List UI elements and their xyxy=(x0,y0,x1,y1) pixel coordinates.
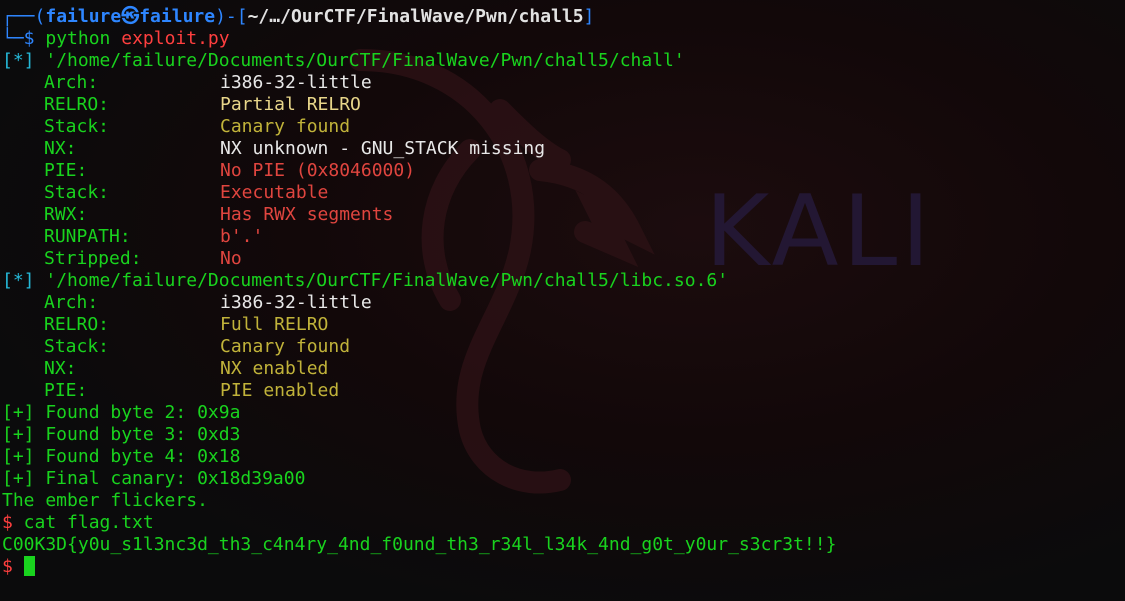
checksec-value: Canary found xyxy=(220,336,351,357)
checksec-key: RUNPATH: xyxy=(44,226,131,247)
prompt-frame-end: ] xyxy=(583,6,595,27)
cat-command: cat flag.txt xyxy=(12,512,154,533)
checksec-row: Arch: i386-32-little xyxy=(2,72,1125,94)
checksec-value: Executable xyxy=(220,182,329,203)
command-line: └─$ python exploit.py xyxy=(2,28,1125,50)
checksec-row: Stripped: No xyxy=(2,248,1125,270)
checksec-key: Stack: xyxy=(44,116,110,137)
cat-command-line: $ cat flag.txt xyxy=(2,512,1125,534)
checksec-row: Stack: Executable xyxy=(2,182,1125,204)
checksec-key: RELRO: xyxy=(44,314,110,335)
prompt-header-line: ┌──(failure㉿failure)-[~/…/OurCTF/FinalWa… xyxy=(2,6,1125,28)
checksec-row: RWX: Has RWX segments xyxy=(2,204,1125,226)
checksec-key: Arch: xyxy=(44,72,99,93)
checksec-key: PIE: xyxy=(44,160,88,181)
output-line: [+] Final canary: 0x18d39a00 xyxy=(2,468,306,489)
checksec-row: RELRO: Partial RELRO xyxy=(2,94,1125,116)
checksec-row: PIE: PIE enabled xyxy=(2,380,1125,402)
checksec-row: RELRO: Full RELRO xyxy=(2,314,1125,336)
checksec-value: Has RWX segments xyxy=(220,204,394,225)
checksec-value: Partial RELRO xyxy=(220,94,361,115)
checksec-key: NX: xyxy=(44,358,77,379)
checksec-value: Canary found xyxy=(220,116,351,137)
checksec-value: b'.' xyxy=(220,226,264,247)
checksec-value: NX enabled xyxy=(220,358,329,379)
checksec-value: PIE enabled xyxy=(220,380,340,401)
output-line: [+] Found byte 2: 0x9a xyxy=(2,402,241,423)
checksec-key: Stripped: xyxy=(44,248,142,269)
checksec-row: Stack: Canary found xyxy=(2,336,1125,358)
prompt-frame-mid: )-[ xyxy=(215,6,248,27)
checksec-key: Stack: xyxy=(44,336,110,357)
checksec-value: No PIE (0x8046000) xyxy=(220,160,416,181)
checksec-row: NX: NX enabled xyxy=(2,358,1125,380)
binary2-path: '/home/failure/Documents/OurCTF/FinalWav… xyxy=(34,270,729,291)
checksec-key: Arch: xyxy=(44,292,99,313)
checksec-key: PIE: xyxy=(44,380,88,401)
command-name: python xyxy=(45,28,111,49)
flag-output: C00K3D{y0u_s1l3nc3d_th3_c4n4ry_4nd_f0und… xyxy=(2,534,837,555)
checksec-key: RWX: xyxy=(44,204,88,225)
terminal-output[interactable]: ┌──(failure㉿failure)-[~/…/OurCTF/FinalWa… xyxy=(2,6,1125,578)
output-line: [+] Found byte 3: 0xd3 xyxy=(2,424,241,445)
prompt-frame-top: ┌──( xyxy=(2,6,46,27)
checksec-value: i386-32-little xyxy=(220,292,372,313)
output-line: [+] Found byte 4: 0x18 xyxy=(2,446,241,467)
command-argument: exploit.py xyxy=(121,28,230,49)
checksec-value: NX unknown - GNU_STACK missing xyxy=(220,138,546,159)
checksec-value: No xyxy=(220,248,242,269)
shell-prompt: $ xyxy=(2,556,13,577)
checksec-row: Arch: i386-32-little xyxy=(2,292,1125,314)
active-prompt-line[interactable]: $ xyxy=(2,556,1125,578)
binary1-path: '/home/failure/Documents/OurCTF/FinalWav… xyxy=(34,50,685,71)
checksec-row: RUNPATH: b'.' xyxy=(2,226,1125,248)
info-marker: [*] xyxy=(2,50,35,71)
checksec-value: Full RELRO xyxy=(220,314,329,335)
checksec-key: NX: xyxy=(44,138,77,159)
terminal-window[interactable]: KALI ┌──(failure㉿failure)-[~/…/OurCTF/Fi… xyxy=(0,0,1125,601)
checksec-key: Stack: xyxy=(44,182,110,203)
prompt-frame-bottom: └─$ xyxy=(2,28,46,49)
prompt-working-dir: ~/…/OurCTF/FinalWave/Pwn/chall5 xyxy=(247,6,584,27)
binary1-path-line: [*] '/home/failure/Documents/OurCTF/Fina… xyxy=(2,50,1125,72)
info-marker: [*] xyxy=(2,270,35,291)
checksec-row: PIE: No PIE (0x8046000) xyxy=(2,160,1125,182)
checksec-key: RELRO: xyxy=(44,94,110,115)
prompt-user-host: failure㉿failure xyxy=(45,6,216,27)
shell-prompt: $ xyxy=(2,512,13,533)
output-line: The ember flickers. xyxy=(2,490,208,511)
checksec-value: i386-32-little xyxy=(220,72,372,93)
checksec-row: NX: NX unknown - GNU_STACK missing xyxy=(2,138,1125,160)
text-cursor[interactable] xyxy=(23,556,35,576)
binary2-path-line: [*] '/home/failure/Documents/OurCTF/Fina… xyxy=(2,270,1125,292)
checksec-row: Stack: Canary found xyxy=(2,116,1125,138)
